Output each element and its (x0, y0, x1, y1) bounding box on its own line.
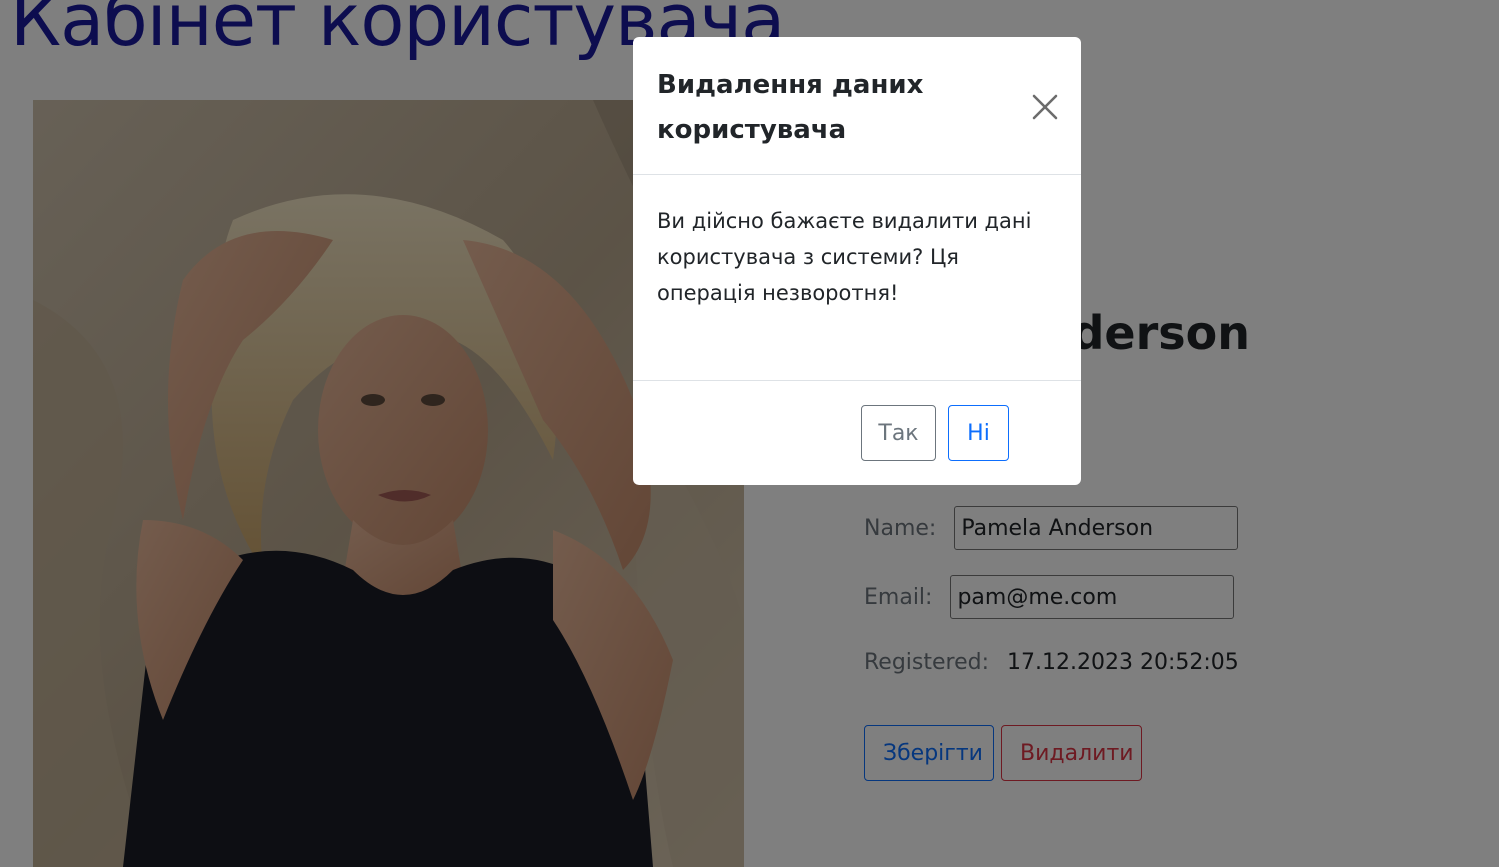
close-icon (1032, 94, 1058, 120)
confirm-yes-button[interactable]: Так (861, 405, 936, 461)
modal-footer: Так Ні (633, 380, 1081, 485)
delete-confirm-modal: Видалення даних користувача Ви дійсно ба… (633, 37, 1081, 485)
modal-title: Видалення даних користувача (657, 70, 924, 145)
modal-header: Видалення даних користувача (633, 37, 1081, 175)
confirm-no-button[interactable]: Ні (948, 405, 1009, 461)
modal-message: Ви дійсно бажаєте видалити дані користув… (657, 209, 1032, 305)
modal-close-button[interactable] (1025, 87, 1065, 127)
page: Кабінет користувача (0, 0, 1499, 867)
